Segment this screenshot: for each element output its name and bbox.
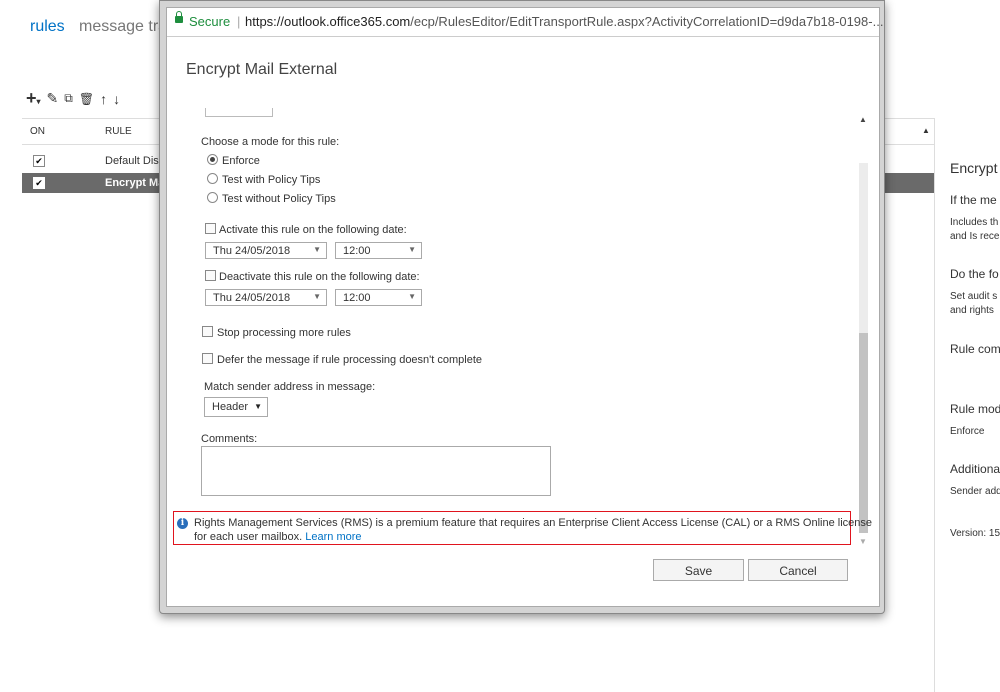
- rms-notice-line: for each user mailbox. Learn more: [194, 531, 362, 543]
- rule-enabled-checkbox[interactable]: ✔: [33, 155, 45, 167]
- address-bar[interactable]: Secure | https://outlook.office365.com/e…: [167, 8, 883, 37]
- activate-date-select[interactable]: Thu 24/05/2018 ▼: [205, 242, 327, 259]
- details-version: Version: 15: [950, 528, 1000, 539]
- details-additional-value: Sender add: [950, 486, 1000, 497]
- details-mode-heading: Rule mod: [950, 402, 1000, 416]
- details-mode-value: Enforce: [950, 426, 985, 437]
- dialog-scrollbar[interactable]: ▲ ▼: [857, 115, 871, 547]
- delete-icon[interactable]: 🗑: [79, 92, 94, 106]
- cancel-button[interactable]: Cancel: [748, 559, 848, 581]
- stop-processing-checkbox[interactable]: [202, 326, 213, 337]
- column-rule[interactable]: RULE: [105, 126, 132, 137]
- learn-more-link[interactable]: Learn more: [305, 531, 361, 543]
- rms-notice: i Rights Management Services (RMS) is a …: [173, 511, 872, 545]
- edit-rule-window: Secure | https://outlook.office365.com/e…: [159, 0, 885, 614]
- save-button[interactable]: Save: [653, 559, 744, 581]
- edit-icon[interactable]: ✎: [47, 90, 59, 107]
- add-icon[interactable]: +▾: [26, 88, 41, 109]
- secure-label: Secure: [189, 14, 231, 29]
- chevron-down-icon: ▼: [254, 402, 262, 411]
- mode-test-without-tips-radio[interactable]: [207, 192, 218, 203]
- match-sender-value: Header: [212, 401, 249, 413]
- rms-notice-text: for each user mailbox.: [194, 531, 303, 543]
- mode-label: Choose a mode for this rule:: [201, 136, 340, 148]
- details-do-heading: Do the fo: [950, 267, 999, 281]
- mode-test-with-tips-label[interactable]: Test with Policy Tips: [222, 174, 320, 186]
- url-text[interactable]: https://outlook.office365.com/ecp/RulesE…: [245, 14, 883, 29]
- edit-rule-dialog: Secure | https://outlook.office365.com/e…: [166, 7, 883, 607]
- activate-checkbox[interactable]: [205, 223, 216, 234]
- url-path: /ecp/RulesEditor/EditTransportRule.aspx?…: [410, 14, 884, 29]
- match-sender-select[interactable]: Header ▼: [204, 397, 268, 417]
- defer-message-checkbox[interactable]: [202, 353, 213, 364]
- chevron-down-icon: ▼: [313, 245, 321, 254]
- rms-notice-line: Rights Management Services (RMS) is a pr…: [194, 517, 872, 529]
- defer-message-label: Defer the message if rule processing doe…: [217, 354, 483, 366]
- chevron-down-icon: ▼: [313, 292, 321, 301]
- details-if-line: Includes th: [950, 217, 999, 228]
- details-if-line: and Is rece: [950, 231, 1000, 242]
- rule-name: Default Dis: [105, 155, 159, 167]
- activate-time-select[interactable]: 12:00 ▼: [335, 242, 422, 259]
- chevron-down-icon: ▼: [408, 245, 416, 254]
- activate-label: Activate this rule on the following date…: [219, 224, 407, 236]
- column-on[interactable]: ON: [30, 126, 45, 137]
- mode-test-with-tips-radio[interactable]: [207, 173, 218, 184]
- mode-test-without-tips-label[interactable]: Test without Policy Tips: [222, 193, 336, 205]
- deactivate-time-value: 12:00: [343, 292, 371, 304]
- details-additional-heading: Additiona: [950, 462, 1000, 476]
- comments-textarea[interactable]: [201, 446, 551, 496]
- deactivate-label: Deactivate this rule on the following da…: [219, 271, 420, 283]
- activate-time-value: 12:00: [343, 245, 371, 257]
- tab-rules[interactable]: rules: [30, 18, 65, 36]
- details-if-heading: If the me: [950, 193, 997, 207]
- truncated-field[interactable]: [205, 108, 273, 117]
- mode-enforce-radio[interactable]: [207, 154, 218, 165]
- scroll-up-icon[interactable]: ▲: [859, 115, 867, 124]
- scroll-down-icon[interactable]: ▼: [859, 537, 867, 546]
- dialog-title: Encrypt Mail External: [186, 61, 338, 78]
- tab-message-trace[interactable]: message tra: [79, 18, 167, 36]
- details-title: Encrypt: [950, 160, 998, 176]
- url-host: https://outlook.office365.com: [245, 14, 411, 29]
- comments-label: Comments:: [201, 433, 258, 445]
- details-do-line: Set audit s: [950, 291, 998, 302]
- deactivate-checkbox[interactable]: [205, 270, 216, 281]
- deactivate-date-select[interactable]: Thu 24/05/2018 ▼: [205, 289, 327, 306]
- match-sender-label: Match sender address in message:: [204, 381, 376, 393]
- details-do-line: and rights: [950, 305, 994, 316]
- move-up-icon[interactable]: ↑: [100, 91, 107, 107]
- copy-icon[interactable]: ⧉: [64, 91, 73, 106]
- lock-icon: [175, 11, 183, 23]
- rule-form: Choose a mode for this rule: Enforce Tes…: [167, 108, 879, 548]
- rule-details-panel: Encrypt If the me Includes th and Is rec…: [934, 118, 1000, 692]
- sort-up-icon[interactable]: ▲: [922, 126, 930, 135]
- details-comments-heading: Rule com: [950, 342, 1000, 356]
- address-separator: |: [237, 14, 241, 29]
- activate-date-value: Thu 24/05/2018: [213, 245, 291, 257]
- rules-toolbar: +▾ ✎ ⧉ 🗑 ↑ ↓: [26, 88, 120, 109]
- mode-enforce-label[interactable]: Enforce: [222, 155, 260, 167]
- scrollbar-thumb[interactable]: [859, 333, 868, 533]
- move-down-icon[interactable]: ↓: [113, 91, 120, 107]
- deactivate-time-select[interactable]: 12:00 ▼: [335, 289, 422, 306]
- stop-processing-label: Stop processing more rules: [217, 327, 351, 339]
- rule-name: Encrypt Ma: [105, 177, 165, 189]
- chevron-down-icon: ▼: [408, 292, 416, 301]
- info-icon: i: [177, 518, 188, 529]
- deactivate-date-value: Thu 24/05/2018: [213, 292, 291, 304]
- rule-enabled-checkbox[interactable]: ✔: [33, 177, 45, 189]
